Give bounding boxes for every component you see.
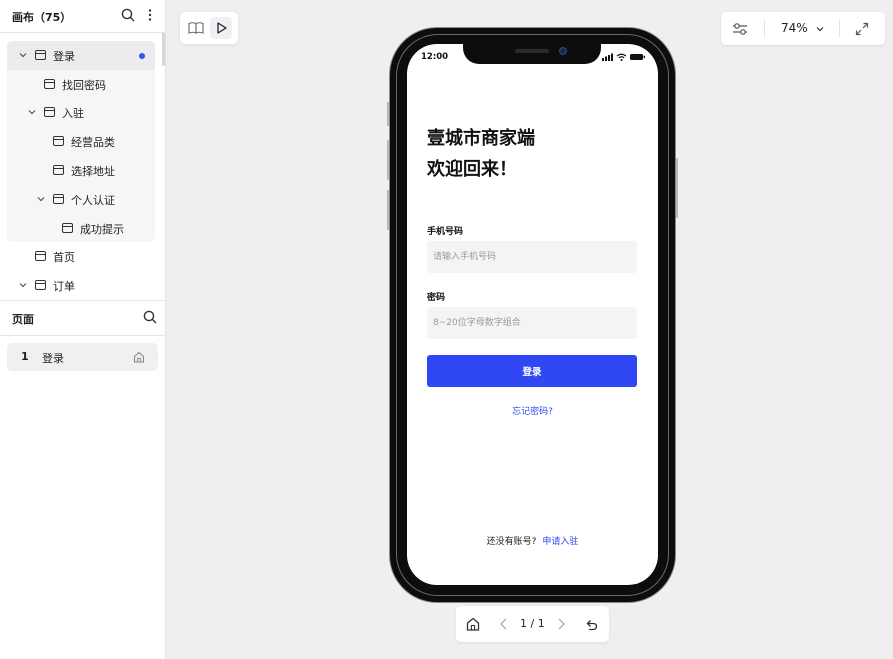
chevron-down-icon[interactable] [18, 50, 28, 60]
signup-link[interactable]: 申请入驻 [542, 537, 578, 547]
more-vertical-icon[interactable] [142, 7, 158, 23]
page-icon [35, 280, 46, 290]
signal-icon [602, 53, 613, 61]
tree-item-label: 成功提示 [80, 223, 124, 236]
tree-item-select-address[interactable]: 选择地址 [0, 156, 160, 185]
undo-icon[interactable] [583, 616, 599, 632]
pages-title: 页面 [12, 313, 34, 326]
phone-number-input[interactable] [427, 241, 637, 273]
page-icon [53, 136, 64, 146]
chevron-down-icon[interactable] [27, 107, 37, 117]
header-divider [0, 32, 166, 33]
phone-number-label: 手机号码 [427, 227, 464, 237]
toolbar-separator [839, 20, 840, 38]
page-icon [62, 223, 73, 233]
tree-item-settle-in[interactable]: 入驻 [0, 98, 160, 127]
page-icon [44, 107, 55, 117]
tree-item-label: 订单 [53, 280, 75, 293]
tree-item-personal-verification[interactable]: 个人认证 [0, 185, 160, 214]
password-input[interactable] [427, 307, 637, 339]
status-icons [602, 53, 645, 61]
zoom-toolbar: 74% [721, 12, 885, 45]
tree-item-label: 入驻 [62, 107, 84, 120]
page-icon [35, 50, 46, 60]
play-icon [217, 22, 227, 34]
tree-item-label: 找回密码 [62, 79, 106, 92]
view-toolbar [180, 12, 238, 44]
page-name: 登录 [42, 352, 64, 365]
page-icon [35, 251, 46, 261]
page-icon [53, 165, 64, 175]
phone-screen: 12:00 壹城市商家端 欢迎回来！ 手机号码 密码 登录 忘记密码? 还没有账… [407, 44, 658, 585]
tree-item-label: 登录 [53, 50, 75, 63]
tree-item-home[interactable]: 首页 [0, 242, 160, 271]
sidebar: 画布（75） 登录 找回密码 入驻 经营品类 选择地址 个人认证 成功提示 首页… [0, 0, 166, 659]
tree-item-label: 选择地址 [71, 165, 115, 178]
fullscreen-icon[interactable] [853, 20, 871, 38]
search-icon[interactable] [120, 7, 136, 23]
signup-row: 还没有账号? 申请入驻 [407, 534, 658, 547]
pages-divider [0, 335, 166, 336]
tree-item-label: 个人认证 [71, 194, 115, 207]
battery-icon [630, 54, 645, 60]
tree-item-orders[interactable]: 订单 [0, 271, 160, 300]
app-title-line-2: 欢迎回来！ [427, 159, 517, 180]
login-button[interactable]: 登录 [427, 355, 637, 387]
page-number: 1 [21, 350, 29, 363]
status-time: 12:00 [421, 52, 449, 62]
sidebar-header: 画布（75） [0, 0, 166, 32]
search-icon[interactable] [142, 309, 158, 325]
tree-item-business-category[interactable]: 经营品类 [0, 127, 160, 156]
tree-item-success-tip[interactable]: 成功提示 [0, 214, 160, 243]
tree-item-label: 首页 [53, 251, 75, 264]
front-camera [559, 47, 567, 55]
selection-dot [139, 53, 145, 59]
tree-item-login[interactable]: 登录 [0, 41, 160, 70]
canvas-title: 画布（75） [12, 11, 72, 24]
tree-item-label: 经营品类 [71, 136, 115, 149]
forgot-password-link[interactable]: 忘记密码? [407, 404, 658, 417]
app-title-line-1: 壹城市商家端 [427, 128, 535, 149]
zoom-level: 74% [781, 21, 808, 35]
wifi-icon [616, 53, 627, 61]
signup-prompt: 还没有账号? [486, 537, 537, 547]
next-page-icon[interactable] [553, 616, 569, 632]
home-icon[interactable] [132, 350, 146, 364]
tree-item-find-password[interactable]: 找回密码 [0, 70, 160, 99]
page-icon [44, 79, 55, 89]
page-list-item[interactable]: 1 登录 [7, 343, 158, 371]
tree-scrollbar[interactable] [162, 33, 165, 66]
page-indicator: 1 / 1 [520, 617, 545, 630]
play-button[interactable] [210, 17, 232, 39]
phone-notch [463, 44, 601, 64]
prototype-nav-bar: 1 / 1 [456, 606, 609, 642]
chevron-down-icon[interactable] [36, 194, 46, 204]
prev-page-icon[interactable] [496, 616, 512, 632]
page-icon [53, 194, 64, 204]
chevron-down-icon[interactable] [18, 280, 28, 290]
adjustments-icon[interactable] [731, 20, 749, 38]
toolbar-separator [764, 20, 765, 38]
chevron-down-icon [816, 27, 824, 32]
book-icon[interactable] [185, 17, 207, 39]
password-label: 密码 [427, 293, 446, 303]
section-divider [0, 300, 166, 301]
home-icon[interactable] [465, 616, 481, 632]
speaker-grille [515, 49, 549, 53]
